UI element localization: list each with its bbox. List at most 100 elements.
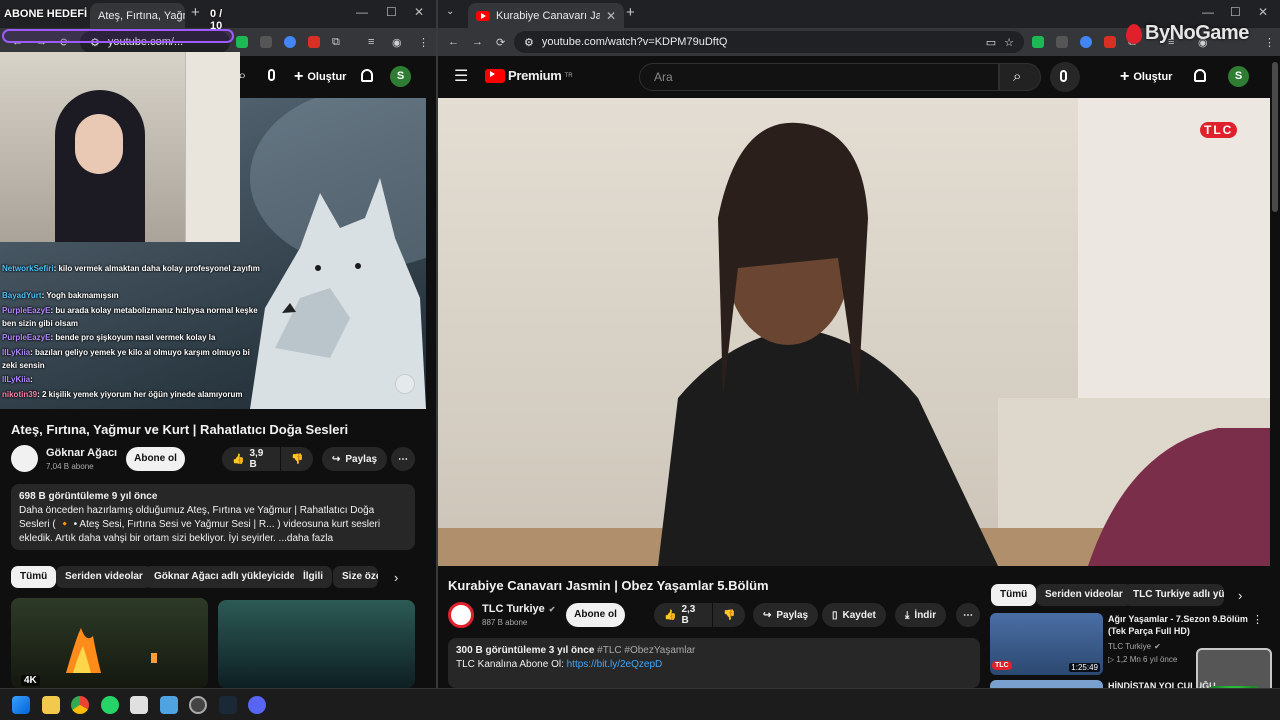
chat-line: PurpleEazyE: bu arada kolay metabolizman… <box>2 306 258 328</box>
extension-icon[interactable] <box>1032 36 1044 48</box>
chip-uploader[interactable]: TLC Turkiye adlı yükle <box>1124 584 1224 606</box>
share-button[interactable]: ↪ Paylaş <box>753 603 819 627</box>
dislike-button[interactable]: 👎 <box>281 447 313 471</box>
scrollbar[interactable] <box>1272 62 1278 212</box>
search-input[interactable]: Ara <box>639 63 999 91</box>
menu-dots-icon[interactable]: ⋮ <box>418 36 429 49</box>
plus-icon: + <box>1120 68 1130 85</box>
description-box[interactable]: 300 B görüntüleme 3 yıl önce #TLC #ObezY… <box>448 638 980 688</box>
recommended-thumbnail[interactable] <box>218 600 415 688</box>
file-explorer-icon[interactable] <box>42 696 60 714</box>
more-actions-button[interactable]: ⋯ <box>956 603 980 627</box>
chip-all[interactable]: Tümü <box>991 584 1037 606</box>
extension-icon[interactable] <box>308 36 320 48</box>
menu-dots-icon[interactable]: ⋮ <box>1264 36 1275 49</box>
more-actions-icon[interactable]: ⋮ <box>1252 613 1263 626</box>
right-video-player[interactable]: TLC <box>438 98 1270 566</box>
channel-avatar[interactable] <box>448 602 474 628</box>
extension-icon[interactable] <box>236 36 248 48</box>
tab-search-icon[interactable]: ⌄ <box>446 6 454 17</box>
like-button[interactable]: 👍 2,3 B <box>654 603 712 627</box>
discord-icon[interactable] <box>248 696 266 714</box>
share-button[interactable]: ↪ Paylaş <box>322 447 388 471</box>
description-link[interactable]: https://bit.ly/2eQzepD <box>567 659 663 670</box>
minimize-icon[interactable]: — <box>356 5 368 19</box>
site-info-icon[interactable]: ⚙ <box>524 36 534 49</box>
media-icon[interactable]: ≡ <box>368 36 374 48</box>
maximize-icon[interactable]: ☐ <box>386 5 397 19</box>
extension-icon[interactable] <box>1056 36 1068 48</box>
hamburger-menu-icon[interactable]: ☰ <box>454 66 468 86</box>
chip-for-you[interactable]: Size özel <box>333 566 378 588</box>
minimize-icon[interactable]: — <box>1202 5 1214 19</box>
bookmark-icon: ▯ <box>832 609 838 621</box>
video-title: Ateş, Fırtına, Yağmur ve Kurt | Rahatlat… <box>11 422 349 437</box>
extension-icon[interactable] <box>260 36 272 48</box>
close-window-icon[interactable]: ✕ <box>414 5 424 19</box>
flame-icon <box>1126 23 1142 44</box>
mic-icon[interactable] <box>268 69 275 81</box>
download-button[interactable]: ⤓ İndir <box>895 603 947 627</box>
recommended-thumbnail[interactable] <box>990 680 1103 688</box>
bookmark-star-icon[interactable]: ☆ <box>1004 36 1014 49</box>
puzzle-icon[interactable]: ⧉ <box>332 36 340 49</box>
webcam-cabinet <box>185 52 240 242</box>
chevron-right-icon[interactable]: › <box>1238 588 1242 603</box>
description-box[interactable]: 698 B görüntüleme 9 yıl önce Daha öncede… <box>11 484 415 550</box>
right-active-tab[interactable]: Kurabiye Canavarı Jasmin | Obe... ✕ <box>468 3 624 28</box>
chip-series[interactable]: Seriden videolar <box>56 566 152 588</box>
channel-name-row[interactable]: TLC Turkiye ✔ <box>482 603 555 615</box>
close-tab-icon[interactable]: ✕ <box>606 9 616 23</box>
save-button[interactable]: ▯ Kaydet <box>822 603 886 627</box>
whatsapp-icon[interactable] <box>101 696 119 714</box>
create-button[interactable]: + Oluştur <box>1120 66 1172 88</box>
recommended-thumbnail[interactable]: 4K <box>11 598 208 688</box>
close-window-icon[interactable]: ✕ <box>1258 5 1268 19</box>
extension-icon[interactable] <box>1104 36 1116 48</box>
reload-icon[interactable]: ⟳ <box>496 36 505 49</box>
more-actions-button[interactable]: ⋯ <box>391 447 415 471</box>
avatar[interactable]: S <box>1228 66 1249 87</box>
channel-avatar[interactable] <box>11 445 38 472</box>
chat-line: lILyKiia: <box>2 375 33 384</box>
notifications-bell-icon[interactable] <box>361 69 373 82</box>
youtube-premium-logo[interactable]: Premium TR <box>485 68 573 83</box>
photos-icon[interactable] <box>160 696 178 714</box>
extension-icon[interactable] <box>1080 36 1092 48</box>
webcam-face <box>75 114 123 174</box>
windows-start-icon[interactable] <box>12 696 30 714</box>
profile-icon[interactable]: ◉ <box>392 36 402 49</box>
subscribe-button[interactable]: Abone ol <box>126 447 185 471</box>
campfire-image <box>66 628 157 673</box>
right-omnibox[interactable]: ⚙ youtube.com/watch?v=KDPM79uDftQ ▭ ☆ <box>514 31 1024 53</box>
webcam-overlay <box>0 52 240 242</box>
steam-icon[interactable] <box>219 696 237 714</box>
avatar[interactable]: S <box>390 66 411 87</box>
channel-name[interactable]: Göknar Ağacı <box>46 447 117 459</box>
voice-search-button[interactable] <box>1050 62 1080 92</box>
tlc-logo: TLC <box>1200 122 1238 138</box>
chip-series[interactable]: Seriden videolar <box>1036 584 1132 606</box>
verified-icon: ✔ <box>1154 642 1161 651</box>
new-tab-icon[interactable]: + <box>626 4 635 21</box>
like-button[interactable]: 👍 3,9 B <box>222 447 280 471</box>
cast-icon[interactable]: ▭ <box>986 36 996 49</box>
back-icon[interactable]: ← <box>448 36 459 48</box>
settings-icon[interactable] <box>395 374 415 394</box>
chip-all[interactable]: Tümü <box>11 566 57 588</box>
maximize-icon[interactable]: ☐ <box>1230 5 1241 19</box>
chevron-right-icon[interactable]: › <box>394 570 398 585</box>
dislike-button[interactable]: 👎 <box>713 603 745 627</box>
notifications-bell-icon[interactable] <box>1194 69 1206 82</box>
obs-icon[interactable] <box>189 696 207 714</box>
app-icon[interactable] <box>130 696 148 714</box>
chip-uploader[interactable]: Göknar Ağacı adlı yükleyiciden <box>145 566 311 588</box>
forward-icon[interactable]: → <box>472 36 483 48</box>
search-button[interactable]: ⌕ <box>999 63 1041 91</box>
create-button[interactable]: + Oluştur <box>294 66 346 88</box>
subscribe-button[interactable]: Abone ol <box>566 603 625 627</box>
chip-related[interactable]: İlgili <box>294 566 332 588</box>
duration-badge: 1:25:49 <box>1069 663 1100 672</box>
extension-icon[interactable] <box>284 36 296 48</box>
chrome-icon[interactable] <box>71 696 89 714</box>
